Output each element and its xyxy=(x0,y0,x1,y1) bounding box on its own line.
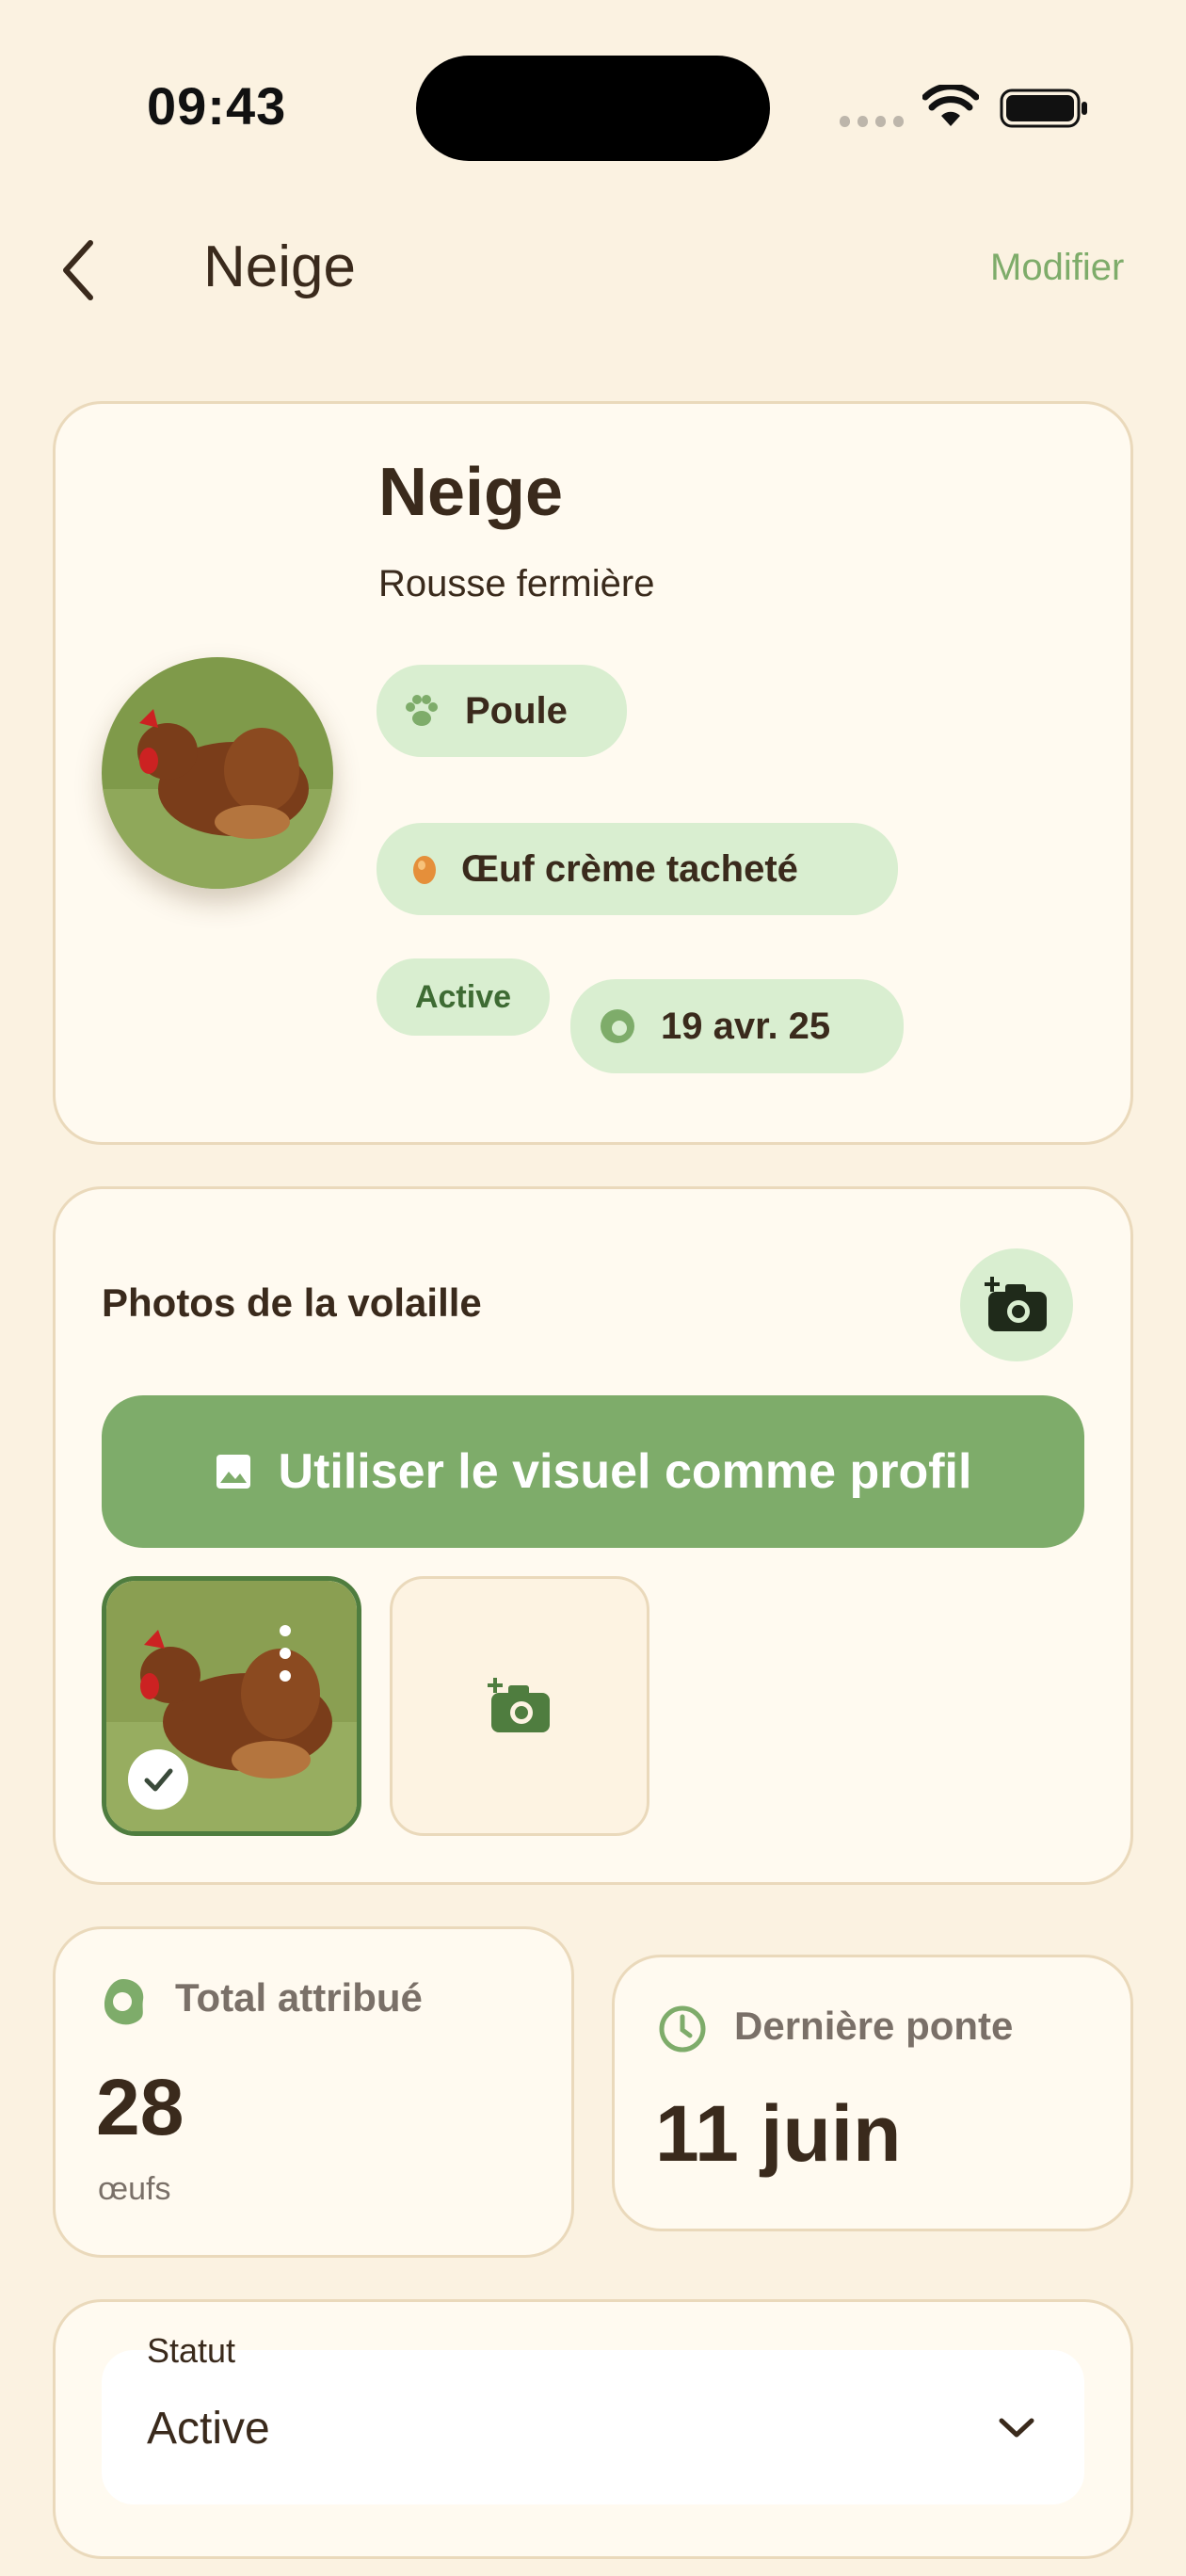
page-title: Neige xyxy=(203,234,356,299)
selected-check-icon xyxy=(128,1749,188,1810)
use-as-profile-label: Utiliser le visuel comme profil xyxy=(278,1444,972,1499)
status-time: 09:43 xyxy=(147,76,287,136)
egg-pill: Œuf crème tacheté xyxy=(377,823,898,915)
avatar[interactable] xyxy=(102,657,333,889)
egg-fried-icon xyxy=(104,1979,144,2025)
status-select-label: Statut xyxy=(147,2331,236,2370)
status-badge: Active xyxy=(377,958,550,1036)
total-unit: œufs xyxy=(98,2171,171,2207)
total-value: 28 xyxy=(96,2063,184,2151)
last-lay-label: Dernière ponte xyxy=(734,2004,1014,2048)
date-label: 19 avr. 25 xyxy=(661,1005,831,1047)
egg-icon xyxy=(413,856,436,884)
hen-name: Neige xyxy=(378,455,564,530)
hen-photo xyxy=(102,657,333,889)
paw-icon xyxy=(406,695,438,726)
photos-title: Photos de la volaille xyxy=(102,1280,482,1325)
signal-icon xyxy=(840,116,904,127)
image-icon xyxy=(216,1455,250,1489)
add-photo-button[interactable] xyxy=(960,1248,1073,1361)
add-photo-tile[interactable] xyxy=(390,1576,649,1836)
back-chevron-icon[interactable] xyxy=(56,237,98,303)
use-as-profile-button[interactable]: Utiliser le visuel comme profil xyxy=(102,1395,1084,1548)
dynamic-island xyxy=(416,56,770,161)
status-select-value: Active xyxy=(147,2404,270,2454)
chevron-down-icon[interactable] xyxy=(998,2416,1035,2440)
photo-more-icon[interactable] xyxy=(279,1625,292,1682)
total-label: Total attribué xyxy=(175,1975,423,2020)
species-label: Poule xyxy=(465,689,568,732)
clock-icon xyxy=(659,2005,706,2053)
camera-plus-icon xyxy=(985,1277,1047,1331)
date-pill: 19 avr. 25 xyxy=(570,979,904,1073)
egg-label: Œuf crème tacheté xyxy=(461,847,798,890)
hen-breed: Rousse fermière xyxy=(378,563,655,604)
wifi-icon xyxy=(922,85,979,126)
egg-fried-icon xyxy=(601,1009,634,1043)
species-pill: Poule xyxy=(377,665,627,757)
last-lay-value: 11 juin xyxy=(655,2089,902,2178)
battery-icon xyxy=(1000,89,1087,128)
camera-plus-icon xyxy=(488,1678,550,1732)
status-badge-label: Active xyxy=(414,978,512,1015)
edit-button[interactable]: Modifier xyxy=(990,247,1124,289)
